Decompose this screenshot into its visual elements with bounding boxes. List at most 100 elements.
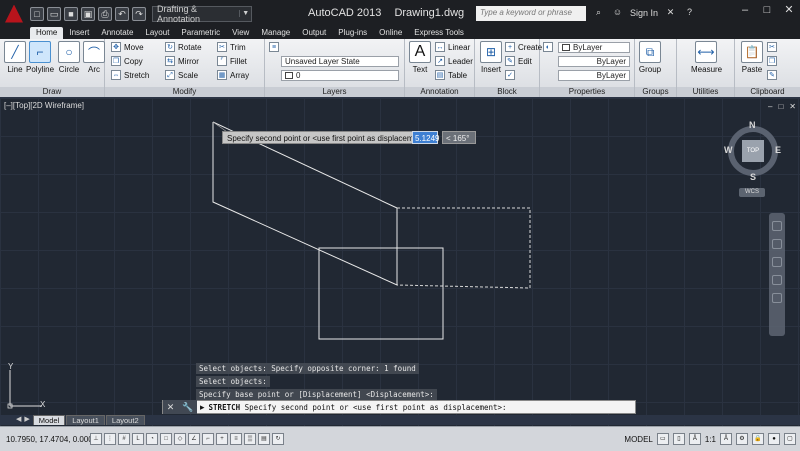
save-icon[interactable]: ■ <box>64 6 78 21</box>
panel-annotation-title[interactable]: Annotation <box>405 87 474 97</box>
group-button[interactable]: ⧉ Group <box>637 41 663 74</box>
measure-button[interactable]: ⟷ Measure <box>691 41 722 74</box>
line-button[interactable]: ╱ Line <box>2 41 28 74</box>
annotation-scale-value[interactable]: 1:1 <box>705 435 716 444</box>
tab-home[interactable]: Home <box>30 27 64 39</box>
tab-express-tools[interactable]: Express Tools <box>408 27 470 39</box>
polar-tracking-icon[interactable]: ◔ <box>146 433 158 445</box>
color-dropdown[interactable]: ByLayer <box>558 42 630 53</box>
workspace-switching-icon[interactable]: ⚙ <box>736 433 748 445</box>
copy-button[interactable]: ❐ Copy <box>111 56 143 66</box>
maximize-icon[interactable]: □ <box>756 0 778 22</box>
fillet-button[interactable]: ⌜ Fillet <box>217 56 247 66</box>
quick-view-layouts-icon[interactable]: ▭ <box>656 433 669 445</box>
rotate-button[interactable]: ↻ Rotate <box>165 42 202 52</box>
lock-ui-icon[interactable]: 🔒 <box>752 433 764 445</box>
showmotion-icon[interactable] <box>772 293 782 303</box>
object-snap-tracking-icon[interactable]: ∠ <box>188 433 200 445</box>
layer-properties-button[interactable]: ≡ <box>269 42 279 52</box>
orbit-icon[interactable] <box>772 275 782 285</box>
compass-south-label[interactable]: S <box>750 172 756 182</box>
model-space-toggle[interactable]: MODEL <box>624 435 652 444</box>
command-input[interactable]: STRETCH Specify second point or <use fir… <box>205 403 507 412</box>
command-line[interactable]: ✕ 🔧 ▸ STRETCH Specify second point or <u… <box>162 400 636 414</box>
stretch-button[interactable]: ⇔ Stretch <box>111 70 149 80</box>
pan-icon[interactable] <box>772 239 782 249</box>
circle-button[interactable]: ○ Circle <box>56 41 82 74</box>
object-snap-icon[interactable]: □ <box>160 433 172 445</box>
polyline-button[interactable]: ⌐ Polyline <box>26 41 54 74</box>
tab-plug-ins[interactable]: Plug-ins <box>332 27 373 39</box>
arc-button[interactable]: ⌒ Arc <box>81 41 107 74</box>
tab-nav-last-icon[interactable]: ▶ <box>24 415 29 425</box>
edit-block-button[interactable]: ✎ Edit <box>505 56 532 66</box>
application-menu-button[interactable] <box>0 0 28 27</box>
allow-dynamic-ucs-icon[interactable]: ⌐ <box>202 433 214 445</box>
table-button[interactable]: ▤ Table <box>435 70 467 80</box>
transparency-icon[interactable]: ▒ <box>244 433 256 445</box>
insert-button[interactable]: ⊞ Insert <box>478 41 504 74</box>
open-icon[interactable]: ▭ <box>47 6 61 21</box>
panel-utilities-title[interactable]: Utilities <box>677 87 734 97</box>
help-icon[interactable]: ? <box>683 6 696 19</box>
create-block-button[interactable]: + Create <box>505 42 542 52</box>
selection-cycling-icon[interactable]: ↻ <box>272 433 284 445</box>
cut-button[interactable]: ✂ <box>767 42 777 52</box>
tab-layout2[interactable]: Layout2 <box>105 415 145 425</box>
search-icon[interactable]: ⌕ <box>592 6 605 19</box>
dynamic-distance-input[interactable]: 5.1249 <box>412 131 439 144</box>
compass-north-label[interactable]: N <box>749 120 756 130</box>
redo-icon[interactable]: ↷ <box>132 6 146 21</box>
dynamic-input-icon[interactable]: + <box>216 433 228 445</box>
new-icon[interactable]: □ <box>30 6 44 21</box>
mirror-button[interactable]: ⇆ Mirror <box>165 56 199 66</box>
annotation-scale-icon[interactable]: Å <box>688 433 701 445</box>
zoom-icon[interactable] <box>772 257 782 267</box>
undo-icon[interactable]: ↶ <box>115 6 129 21</box>
tab-nav-first-icon[interactable]: ◀ <box>16 415 21 425</box>
panel-layers-title[interactable]: Layers <box>265 87 404 97</box>
exchange-icon[interactable]: ✕ <box>664 6 677 19</box>
array-button[interactable]: ▦ Array <box>217 70 249 80</box>
copy-clip-button[interactable]: ❐ <box>767 56 777 66</box>
tab-view[interactable]: View <box>226 27 255 39</box>
tab-online[interactable]: Online <box>373 27 408 39</box>
lineweight-dropdown[interactable]: ByLayer <box>558 70 630 81</box>
steering-wheel-icon[interactable] <box>772 221 782 231</box>
compass-west-label[interactable]: W <box>724 145 733 155</box>
isolate-objects-icon[interactable]: ● <box>768 433 780 445</box>
search-input[interactable]: Type a keyword or phrase <box>476 6 586 21</box>
panel-groups-title[interactable]: Groups <box>635 87 676 97</box>
close-icon[interactable]: ✕ <box>778 0 800 22</box>
quick-view-drawings-icon[interactable]: ▯ <box>672 433 685 445</box>
leader-button[interactable]: ↗ Leader <box>435 56 473 66</box>
match-properties-button[interactable]: ◐ <box>543 42 553 52</box>
panel-clipboard-title[interactable]: Clipboard <box>735 87 800 97</box>
3d-object-snap-icon[interactable]: ◇ <box>174 433 186 445</box>
snap-mode-icon[interactable]: ⋮ <box>104 433 116 445</box>
lineweight-icon[interactable]: ≡ <box>230 433 242 445</box>
text-button[interactable]: A Text <box>407 41 433 74</box>
clean-screen-icon[interactable]: ▢ <box>784 433 796 445</box>
sign-in-link[interactable]: Sign In <box>630 8 658 18</box>
tab-output[interactable]: Output <box>296 27 332 39</box>
layer-state-dropdown[interactable]: Unsaved Layer State <box>281 56 399 67</box>
panel-block-title[interactable]: Block <box>475 87 539 97</box>
tab-parametric[interactable]: Parametric <box>175 27 226 39</box>
block-attributes-button[interactable]: ✓ <box>505 70 515 80</box>
viewcube[interactable]: TOP N S W E <box>724 120 782 182</box>
save-as-icon[interactable]: ▣ <box>81 6 95 21</box>
tab-annotate[interactable]: Annotate <box>95 27 139 39</box>
tab-insert[interactable]: Insert <box>63 27 95 39</box>
panel-draw-title[interactable]: Draw <box>0 87 104 97</box>
layer-dropdown[interactable]: 0 <box>281 70 399 81</box>
linetype-dropdown[interactable]: ByLayer <box>558 56 630 67</box>
move-button[interactable]: ✥ Move <box>111 42 144 52</box>
match-prop-button[interactable]: ✎ <box>767 70 777 80</box>
panel-modify-title[interactable]: Modify <box>105 87 264 97</box>
workspace-dropdown[interactable]: Drafting & Annotation ▼ <box>152 4 252 24</box>
cursor-coordinates[interactable]: 10.7950, 17.4704, 0.0000 <box>0 435 97 444</box>
infer-constraints-icon[interactable]: ⊥ <box>90 433 102 445</box>
wcs-menu[interactable]: WCS <box>739 188 765 197</box>
annotation-visibility-icon[interactable]: Å <box>720 433 732 445</box>
